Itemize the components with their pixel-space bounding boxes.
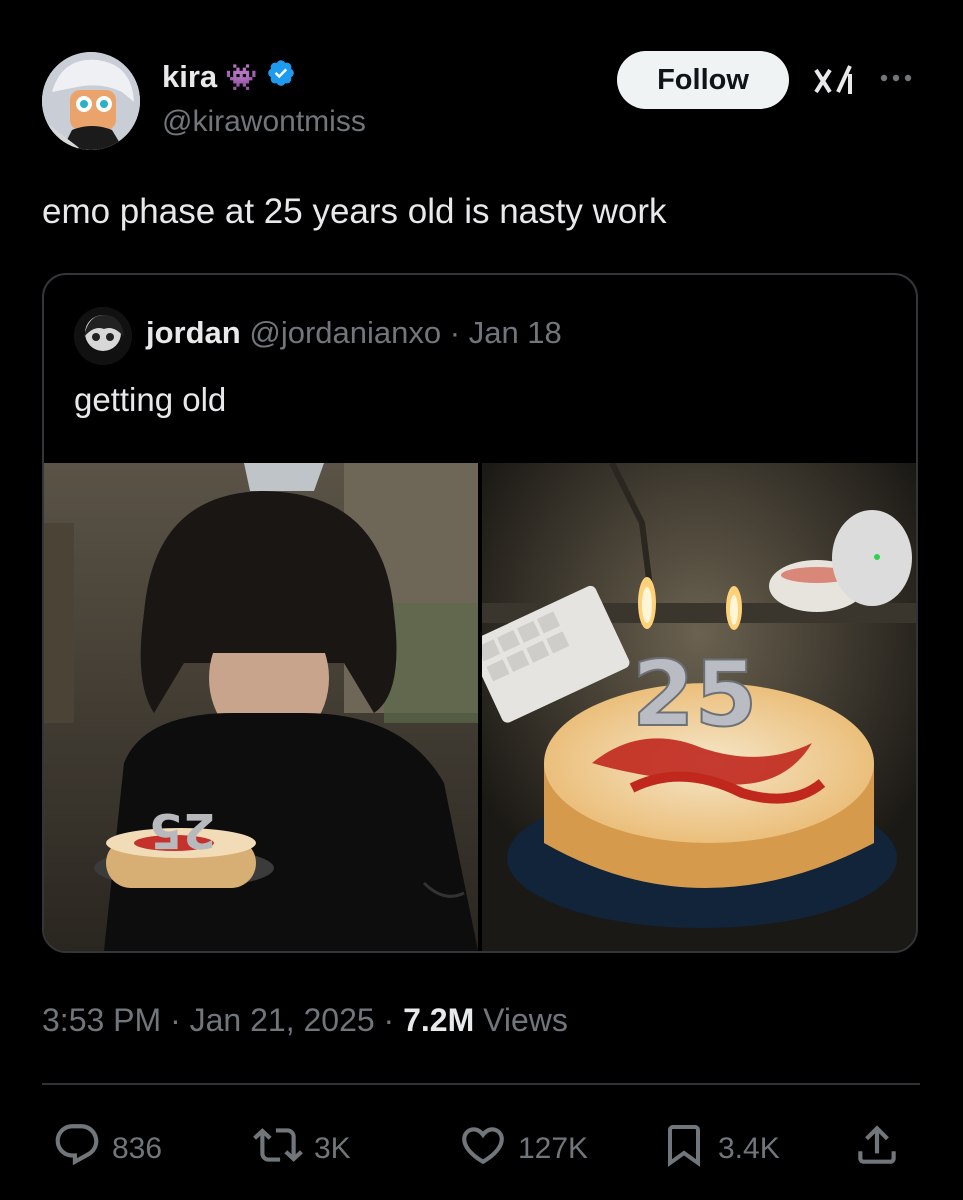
author-name[interactable]: kira [162,59,217,95]
photo-cheesecake[interactable]: 25 [482,463,916,951]
views-count: 7.2M [403,1002,475,1038]
divider [42,1083,920,1085]
views-label: Views [483,1002,568,1038]
svg-text:25: 25 [632,642,757,747]
tweet-timestamp[interactable]: 3:53 PM · Jan 21, 2025 · 7.2M Views [42,1002,568,1039]
quoted-tweet[interactable]: jordan @jordanianxo · Jan 18 getting old [42,273,918,953]
tweet-date[interactable]: Jan 21, 2025 [190,1002,375,1038]
author-avatar[interactable] [42,52,140,150]
reply-icon [52,1120,102,1178]
quoted-author-handle[interactable]: @jordanianxo [249,315,441,350]
more-icon[interactable] [876,66,916,90]
tweet-text: emo phase at 25 years old is nasty work [42,192,667,231]
reply-count: 836 [112,1132,163,1165]
repost-button[interactable]: 3K [252,1120,351,1178]
author-emoji: 👾 [225,61,258,92]
photo-person-with-cake[interactable]: 25 [44,463,478,951]
share-icon [852,1120,902,1178]
like-icon [458,1120,508,1178]
timestamp-sep-1: · [170,1002,181,1038]
quoted-text: getting old [74,381,227,418]
bookmark-button[interactable]: 3.4K [660,1120,780,1178]
tweet-time[interactable]: 3:53 PM [42,1002,161,1038]
quoted-author-avatar[interactable] [74,307,132,365]
repost-count: 3K [314,1132,351,1165]
author-name-row[interactable]: kira 👾 [162,58,296,96]
quoted-header: jordan @jordanianxo · Jan 18 [146,315,562,351]
timestamp-sep-2: · [383,1002,395,1038]
verified-icon [266,58,296,96]
like-button[interactable]: 127K [458,1120,588,1178]
quoted-date[interactable]: Jan 18 [469,315,562,350]
quoted-author-name[interactable]: jordan [146,315,241,350]
follow-button[interactable]: Follow [617,51,789,109]
share-button[interactable] [852,1120,902,1178]
author-handle[interactable]: @kirawontmiss [162,105,366,139]
quoted-separator: · [449,315,461,350]
svg-text:25: 25 [149,802,216,858]
quoted-media[interactable]: 25 25 [44,463,916,951]
repost-icon [252,1120,304,1178]
bookmark-icon [660,1120,708,1178]
bookmark-count: 3.4K [718,1132,780,1165]
grok-icon[interactable] [812,60,856,102]
reply-button[interactable]: 836 [52,1120,162,1178]
like-count: 127K [518,1132,589,1165]
